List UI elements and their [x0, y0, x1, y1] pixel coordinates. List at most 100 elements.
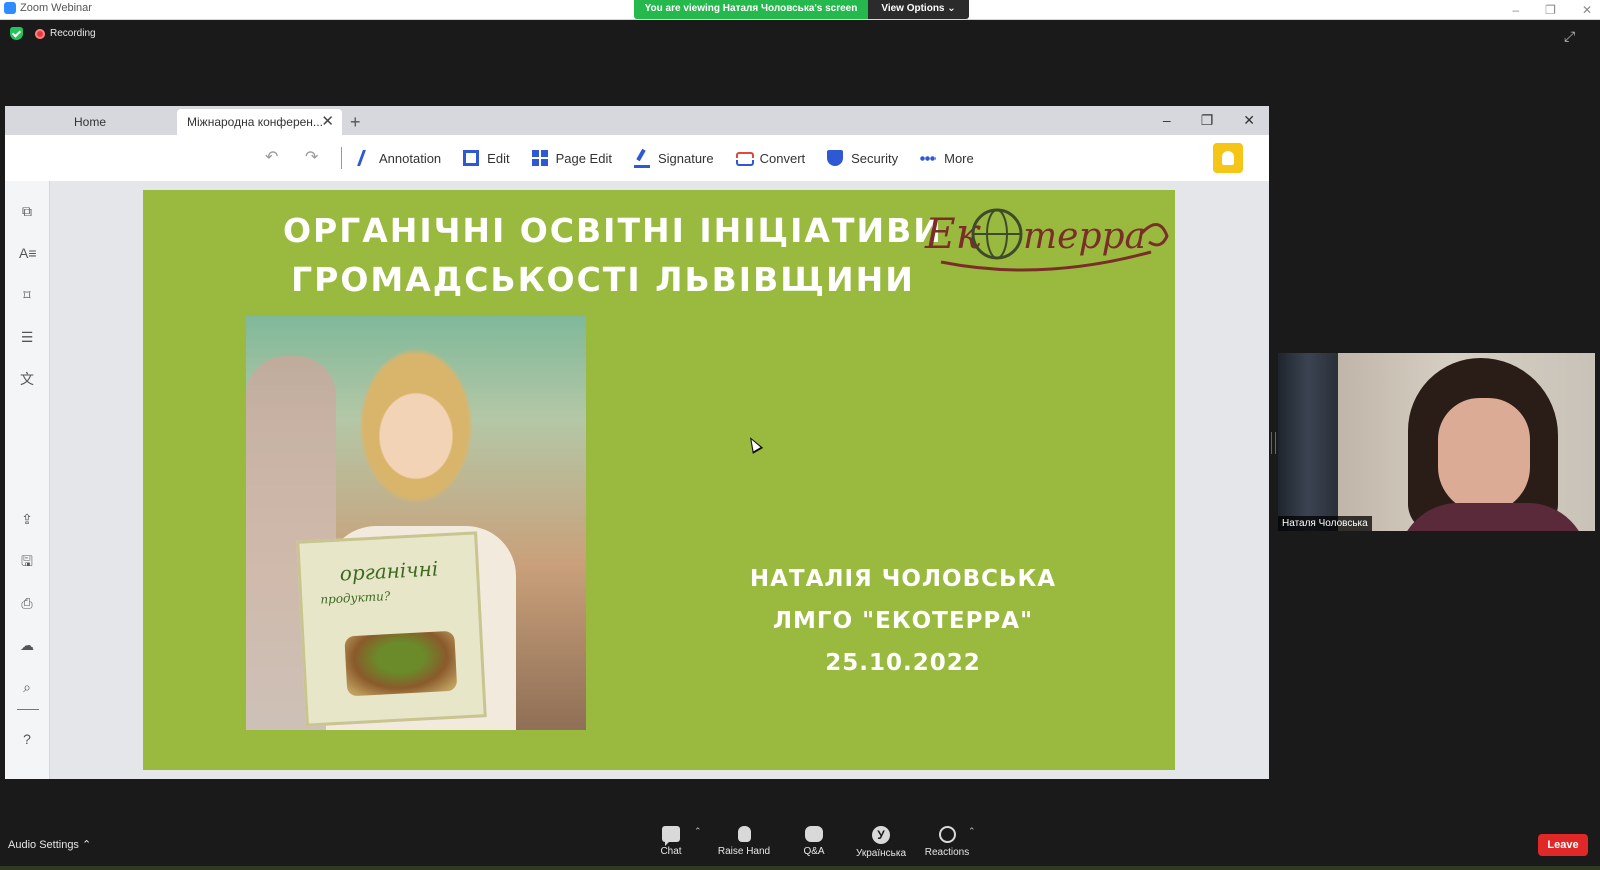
book-subtitle: продукти? — [320, 589, 391, 607]
edit-button[interactable]: Edit — [463, 150, 510, 166]
annotation-label: Annotation — [379, 150, 442, 166]
chat-options-caret-icon[interactable]: ⌃ — [694, 826, 702, 837]
tab-home[interactable]: Home — [5, 109, 175, 135]
list-icon[interactable]: ☰ — [19, 329, 35, 345]
app-title-text: Zoom Webinar — [20, 2, 92, 14]
slide-title-line1: ОРГАНІЧНІ ОСВІТНІ ІНІЦІАТИВИ — [283, 211, 943, 250]
view-options-label: View Options — [881, 3, 945, 14]
security-shield-icon — [827, 150, 844, 166]
fullscreen-icon[interactable]: ⤢ — [1564, 28, 1578, 44]
slide-title-line2: ГРОМАДСЬКОСТІ ЛЬВІВЩИНИ — [291, 260, 915, 299]
slide-author-name: НАТАЛІЯ ЧОЛОВСЬКА — [749, 566, 1057, 592]
zoom-app-title: Zoom Webinar — [4, 2, 92, 14]
raise-hand-icon — [737, 826, 751, 842]
toolbar-separator — [341, 147, 342, 169]
translate-icon[interactable]: 文 — [19, 371, 35, 387]
audio-settings-caret-icon: ⌃ — [82, 839, 92, 851]
girl-with-book-photo: органічні продукти? — [246, 316, 586, 730]
restore-icon[interactable]: ❐ — [1545, 3, 1556, 17]
convert-button[interactable]: Convert — [735, 150, 805, 166]
tab-document[interactable]: Міжнародна конферен... ✕ — [177, 109, 342, 135]
convert-icon — [735, 150, 754, 166]
page-edit-icon — [531, 150, 548, 166]
page-edit-label: Page Edit — [555, 150, 612, 166]
sidebar-separator — [17, 709, 39, 710]
new-tab-icon[interactable]: + — [350, 109, 361, 135]
share-icon[interactable]: ⇪ — [19, 511, 35, 527]
chat-label: Chat — [660, 846, 682, 857]
edit-label: Edit — [487, 150, 510, 166]
splitter-handle[interactable] — [1271, 432, 1276, 454]
signature-label: Signature — [657, 150, 714, 166]
bottom-edge-strip — [0, 866, 1600, 870]
pdf-minimize-icon[interactable]: – — [1163, 109, 1171, 131]
pdf-toolbar: ↶ ↷ Annotation Edit Page Edit Signature — [5, 135, 1269, 182]
recording-dot-icon — [35, 28, 45, 39]
edit-icon — [463, 150, 480, 166]
cloud-icon[interactable]: ☁ — [19, 637, 35, 653]
redo-icon[interactable]: ↷ — [305, 147, 318, 167]
annotation-button[interactable]: Annotation — [357, 150, 442, 166]
leave-button[interactable]: Leave — [1538, 834, 1588, 856]
save-icon[interactable]: 🖫 — [19, 553, 35, 569]
language-label: Українська — [855, 848, 907, 859]
audio-settings-label: Audio Settings — [8, 839, 79, 851]
search-icon[interactable]: ⌕ — [19, 679, 35, 695]
language-interpretation-button[interactable]: У Українська — [846, 826, 916, 859]
book-title: органічні — [339, 556, 439, 586]
close-icon[interactable]: ✕ — [1582, 3, 1592, 17]
pdf-tab-bar: Home Міжнародна конферен... ✕ + – ❐ ✕ — [5, 106, 1269, 135]
slide-author-info: НАТАЛІЯ ЧОЛОВСЬКА ЛМГО "ЕКОТЕРРА" 25.10.… — [723, 558, 1083, 684]
chat-icon — [662, 826, 680, 846]
photo-book: органічні продукти? — [296, 531, 487, 727]
more-dots-icon — [920, 150, 937, 166]
language-globe-icon: У — [872, 826, 890, 844]
pdf-sidebar: ⧉ A≡ ⌑ ☰ 文 ⇪ 🖫 ⎙ ☁ ⌕ ? — [5, 181, 50, 779]
account-icon[interactable] — [1213, 143, 1243, 173]
reactions-label: Reactions — [924, 847, 970, 858]
pages-thumbnail-icon[interactable]: ⧉ — [19, 203, 35, 219]
security-button[interactable]: Security — [827, 150, 898, 166]
pdf-restore-icon[interactable]: ❐ — [1201, 109, 1214, 131]
pdf-window-controls: – ❐ ✕ — [1163, 109, 1255, 131]
minimize-icon[interactable]: – — [1512, 3, 1519, 17]
qa-button[interactable]: Q&A — [779, 826, 849, 857]
more-label: More — [944, 150, 974, 166]
reactions-caret-icon[interactable]: ⌃ — [968, 826, 976, 837]
tab-close-icon[interactable]: ✕ — [321, 109, 334, 135]
ekoterra-logo: Ек терра — [924, 208, 1169, 272]
pdf-close-icon[interactable]: ✕ — [1243, 109, 1255, 131]
more-button[interactable]: More — [920, 150, 974, 166]
view-options-button[interactable]: View Options ⌄ — [868, 0, 969, 19]
participant-name-label: Наталя Чоловська — [1278, 516, 1372, 531]
encryption-shield-icon[interactable] — [10, 27, 23, 40]
recording-indicator[interactable]: Recording — [35, 28, 96, 39]
audio-settings-button[interactable]: Audio Settings ⌃ — [8, 838, 91, 851]
raise-hand-button[interactable]: Raise Hand — [709, 826, 779, 857]
text-outline-icon[interactable]: A≡ — [19, 245, 37, 261]
undo-icon[interactable]: ↶ — [265, 147, 278, 167]
viewing-screen-banner: You are viewing Наталя Чоловська's scree… — [634, 0, 868, 19]
slide-organization: ЛМГО "ЕКОТЕРРА" — [772, 608, 1034, 634]
zoom-titlebar: Zoom Webinar You are viewing Наталя Чоло… — [0, 0, 1600, 20]
security-label: Security — [851, 150, 899, 166]
annotation-icon — [357, 150, 374, 166]
help-icon[interactable]: ? — [19, 731, 35, 747]
signature-button[interactable]: Signature — [633, 149, 714, 168]
meeting-status-bar: Recording — [10, 27, 96, 40]
page-edit-button[interactable]: Page Edit — [531, 150, 612, 166]
slide-title: ОРГАНІЧНІ ОСВІТНІ ІНІЦІАТИВИ ГРОМАДСЬКОС… — [283, 206, 943, 304]
print-icon[interactable]: ⎙ — [19, 595, 35, 611]
bookmark-icon[interactable]: ⌑ — [19, 287, 35, 303]
slide-date: 25.10.2022 — [825, 650, 981, 676]
toolbar-items: Annotation Edit Page Edit Signature Conv… — [357, 135, 974, 181]
tab-document-label: Міжнародна конферен... — [187, 115, 323, 129]
raise-hand-label: Raise Hand — [717, 846, 771, 857]
signature-icon — [633, 149, 650, 168]
meeting-control-bar: Audio Settings ⌃ Chat ⌃ Raise Hand Q&A У… — [0, 800, 1600, 870]
presentation-slide: ОРГАНІЧНІ ОСВІТНІ ІНІЦІАТИВИ ГРОМАДСЬКОС… — [143, 190, 1175, 770]
zoom-logo-icon — [4, 2, 16, 14]
participant-video[interactable]: Наталя Чоловська — [1278, 353, 1595, 531]
svg-text:терра: терра — [1023, 216, 1146, 257]
video-person-face — [1438, 398, 1530, 513]
